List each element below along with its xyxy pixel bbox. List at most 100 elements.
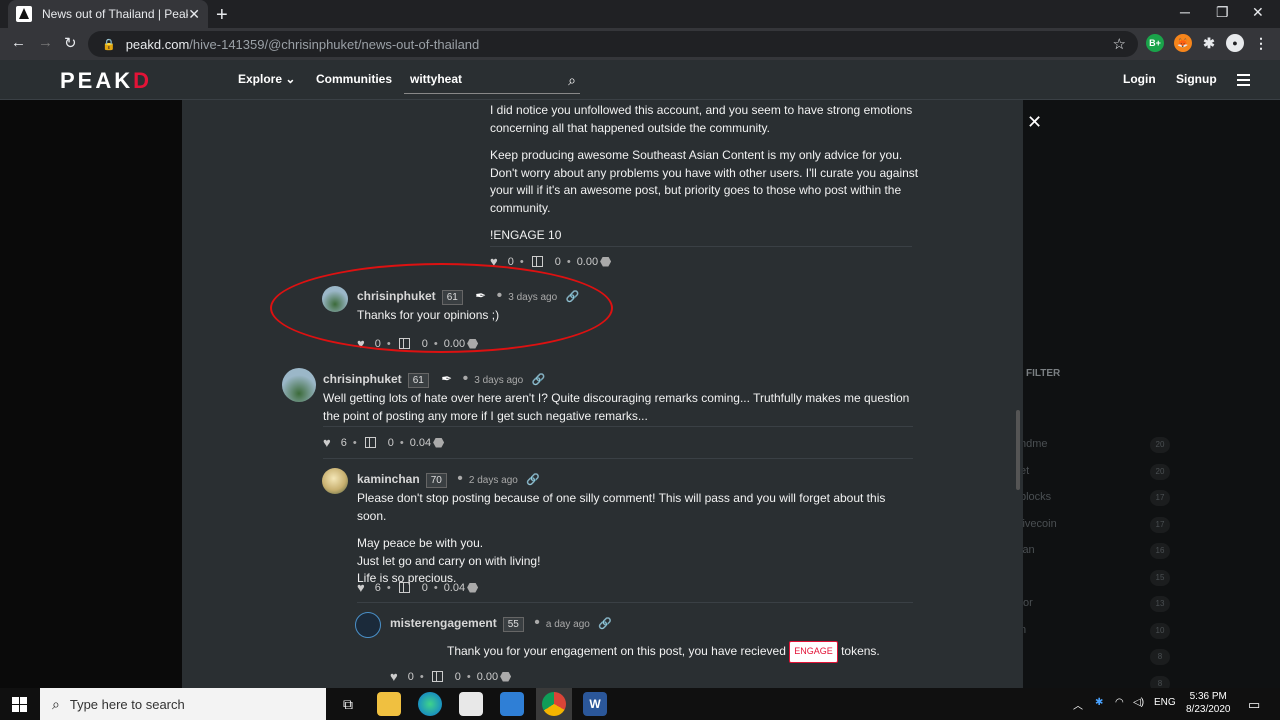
link-icon[interactable]: 🔗 xyxy=(532,374,546,386)
avatar[interactable] xyxy=(322,468,348,494)
author-link[interactable]: misterengagement xyxy=(390,616,497,630)
hive-icon xyxy=(467,582,479,593)
address-bar-row: ← → ↻ 🔒 peakd.com/hive-141359/@chrisinph… xyxy=(0,28,1280,60)
background-community-count: 8 xyxy=(1150,649,1170,665)
author-link[interactable]: chrisinphuket xyxy=(323,372,402,386)
lock-icon: 🔒 xyxy=(102,38,116,51)
extensions-puzzle-icon[interactable]: ✱ xyxy=(1200,34,1218,52)
comment-header: misterengagement 55 • a day ago 🔗 xyxy=(390,614,612,632)
comment-line: May peace be with you. xyxy=(357,536,484,550)
tray-chevron-icon[interactable]: ︿ xyxy=(1073,697,1083,712)
background-community-count: 17 xyxy=(1150,490,1170,506)
search-input[interactable] xyxy=(404,68,554,90)
payout-value[interactable]: 0.04 xyxy=(444,582,465,594)
comment-body: Well getting lots of hate over here aren… xyxy=(323,391,910,423)
window-close-icon[interactable]: ✕ xyxy=(1252,4,1264,21)
comment-paragraph: Keep producing awesome Southeast Asian C… xyxy=(490,148,919,215)
reload-icon[interactable]: ↻ xyxy=(64,34,77,52)
mail-icon[interactable] xyxy=(500,692,524,716)
signup-link[interactable]: Signup xyxy=(1176,72,1217,86)
peakd-logo[interactable]: PEAKD xyxy=(60,68,152,94)
comment-actions: ♥ 0 • 0 • 0.00 xyxy=(357,336,479,351)
bookmark-star-icon[interactable]: ☆ xyxy=(1113,35,1126,53)
comment-header: kaminchan 70 • 2 days ago 🔗 xyxy=(357,470,540,488)
author-link[interactable]: chrisinphuket xyxy=(357,289,436,303)
clock[interactable]: 5:36 PM 8/23/2020 xyxy=(1186,690,1231,716)
maximize-icon[interactable]: ❐ xyxy=(1216,4,1229,21)
avatar[interactable] xyxy=(322,286,348,312)
edge-icon[interactable] xyxy=(418,692,442,716)
payout-value[interactable]: 0.00 xyxy=(444,338,465,350)
modal-scrollbar[interactable] xyxy=(1016,410,1020,490)
nav-communities[interactable]: Communities xyxy=(316,72,392,86)
avatar[interactable] xyxy=(355,612,381,638)
engage-token-badge[interactable]: ENGAGE xyxy=(789,641,838,663)
address-bar[interactable]: 🔒 peakd.com/hive-141359/@chrisinphuket/n… xyxy=(88,31,1138,57)
avatar[interactable] xyxy=(282,368,316,402)
chevron-down-icon: ⌄ xyxy=(285,72,296,86)
comment-body: Thanks for your opinions ;) xyxy=(357,308,500,322)
task-view-icon[interactable]: ⧉ xyxy=(336,692,360,716)
background-community-label: livecoin xyxy=(1020,517,1057,530)
wifi-icon[interactable]: ◠ xyxy=(1115,697,1124,708)
tab-close-icon[interactable]: ✕ xyxy=(188,6,200,23)
taskbar-search[interactable]: ⌕ Type here to search xyxy=(40,688,326,720)
modal-close-icon[interactable]: ✕ xyxy=(1027,112,1042,133)
heart-icon[interactable]: ♥ xyxy=(357,336,365,351)
browser-tab[interactable]: News out of Thailand | PeakD ✕ xyxy=(8,0,208,28)
browser-menu-icon[interactable]: ⋮ xyxy=(1252,34,1270,52)
gift-icon[interactable] xyxy=(364,437,376,448)
author-link[interactable]: kaminchan xyxy=(357,472,420,486)
payout-value[interactable]: 0.00 xyxy=(577,256,598,268)
language-indicator[interactable]: ENG xyxy=(1154,697,1176,708)
new-tab-icon[interactable]: + xyxy=(216,4,228,27)
comment-actions: ♥ 0 • 0 • 0.00 xyxy=(390,669,512,684)
heart-icon[interactable]: ♥ xyxy=(323,435,331,450)
windows-start-icon[interactable] xyxy=(12,697,27,712)
link-icon[interactable]: 🔗 xyxy=(526,474,540,486)
heart-icon[interactable]: ♥ xyxy=(390,669,398,684)
link-icon[interactable]: 🔗 xyxy=(566,291,580,303)
heart-icon[interactable]: ♥ xyxy=(357,580,365,595)
volume-icon[interactable]: ◁) xyxy=(1133,697,1144,708)
search-icon: ⌕ xyxy=(52,695,60,712)
bluetooth-icon[interactable]: ✱ xyxy=(1095,697,1103,708)
chrome-icon[interactable] xyxy=(542,692,566,716)
notifications-icon[interactable]: ▭ xyxy=(1248,697,1260,713)
minimize-icon[interactable]: ─ xyxy=(1180,4,1190,20)
background-community-count: 16 xyxy=(1150,543,1170,559)
word-icon[interactable]: W xyxy=(583,692,607,716)
store-icon[interactable] xyxy=(459,692,483,716)
timestamp[interactable]: 2 days ago xyxy=(469,475,518,486)
gift-icon[interactable] xyxy=(398,338,410,349)
timestamp[interactable]: 3 days ago xyxy=(474,375,523,386)
file-explorer-icon[interactable] xyxy=(377,692,401,716)
back-icon[interactable]: ← xyxy=(11,34,26,51)
login-link[interactable]: Login xyxy=(1123,72,1156,86)
link-icon[interactable]: 🔗 xyxy=(598,618,612,630)
forward-icon[interactable]: → xyxy=(38,34,53,51)
gift-icon[interactable] xyxy=(398,582,410,593)
heart-icon[interactable]: ♥ xyxy=(490,254,498,269)
comment-actions-top: ♥ 0 • 0 • 0.00 xyxy=(490,254,612,269)
divider xyxy=(490,246,912,247)
comment-header: chrisinphuket 61 ✒ • 3 days ago 🔗 xyxy=(323,370,546,388)
comment-paragraph: I did notice you unfollowed this account… xyxy=(490,103,913,135)
tab-title: News out of Thailand | PeakD xyxy=(42,7,189,21)
reputation-badge: 61 xyxy=(441,290,463,305)
search-field[interactable]: ⌕ xyxy=(404,68,580,94)
payout-value[interactable]: 0.00 xyxy=(477,671,498,683)
hamburger-menu-icon[interactable] xyxy=(1237,74,1250,89)
timestamp[interactable]: a day ago xyxy=(546,619,590,630)
profile-avatar-icon[interactable]: ● xyxy=(1226,34,1244,52)
gift-icon[interactable] xyxy=(431,671,443,682)
extension-b-plus-icon[interactable]: B+ xyxy=(1146,34,1164,52)
nav-explore[interactable]: Explore ⌄ xyxy=(238,72,295,86)
metamask-fox-icon[interactable]: 🦊 xyxy=(1174,34,1192,52)
search-icon[interactable]: ⌕ xyxy=(568,72,576,89)
divider xyxy=(357,602,913,603)
gift-icon[interactable] xyxy=(531,256,543,267)
peakd-favicon-icon xyxy=(16,6,32,22)
payout-value[interactable]: 0.04 xyxy=(410,437,431,449)
timestamp[interactable]: 3 days ago xyxy=(508,292,557,303)
